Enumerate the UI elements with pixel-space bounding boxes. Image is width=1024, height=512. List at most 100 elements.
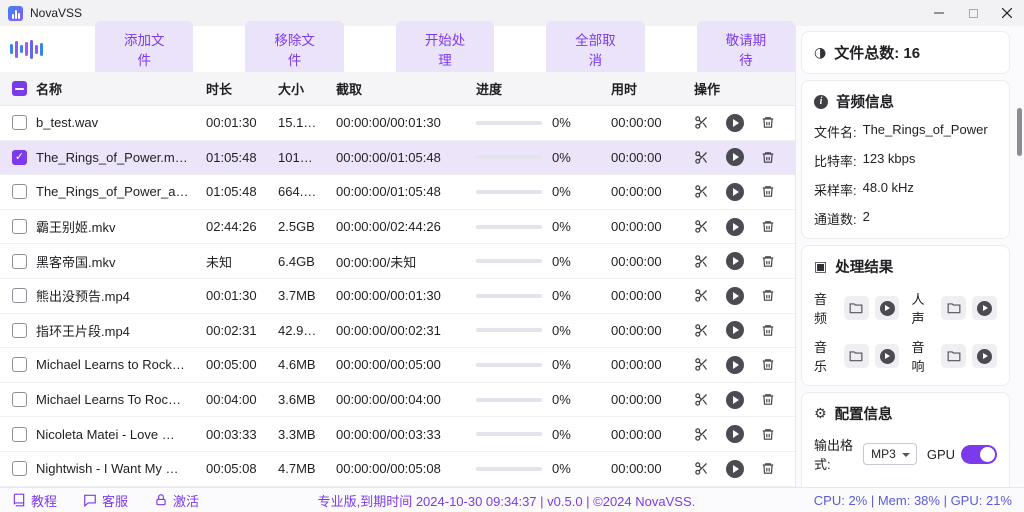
delete-icon[interactable] — [761, 427, 775, 442]
delete-icon[interactable] — [761, 392, 775, 407]
row-checkbox[interactable] — [12, 150, 27, 165]
table-row[interactable]: 指环王片段.mp4 00:02:31 42.9… 00:00:00/00:02:… — [0, 314, 795, 349]
play-button[interactable] — [726, 356, 744, 374]
file-crop-range: 00:00:00/00:05:08 — [336, 461, 476, 476]
delete-icon[interactable] — [761, 254, 775, 269]
row-checkbox[interactable] — [12, 357, 27, 372]
cut-icon[interactable] — [694, 357, 709, 372]
play-result-button[interactable] — [972, 296, 997, 320]
row-checkbox[interactable] — [12, 288, 27, 303]
elapsed-time: 00:00:00 — [611, 392, 686, 407]
table-row[interactable]: The_Rings_of_Power_a… 01:05:48 664.… 00:… — [0, 175, 795, 210]
table-row[interactable]: Michael Learns to Rock… 00:05:00 4.6MB 0… — [0, 348, 795, 383]
minimize-icon[interactable] — [922, 0, 956, 26]
play-button[interactable] — [726, 148, 744, 166]
table-row[interactable]: 霸王别姬.mkv 02:44:26 2.5GB 00:00:00/02:44:2… — [0, 210, 795, 245]
file-duration: 未知 — [206, 252, 278, 271]
start-processing-button[interactable]: 开始处理 — [396, 21, 494, 77]
delete-icon[interactable] — [761, 184, 775, 199]
cancel-all-button[interactable]: 全部取消 — [546, 21, 644, 77]
progress-percent: 0% — [552, 288, 571, 303]
table-row[interactable]: 黑客帝国.mkv 未知 6.4GB 00:00:00/未知 0% 00:00:0… — [0, 244, 795, 279]
delete-icon[interactable] — [761, 150, 775, 165]
delete-icon[interactable] — [761, 288, 775, 303]
cut-icon[interactable] — [694, 323, 709, 338]
play-button[interactable] — [726, 391, 744, 409]
play-button[interactable] — [726, 321, 744, 339]
delete-icon[interactable] — [761, 323, 775, 338]
row-checkbox[interactable] — [12, 323, 27, 338]
tutorial-link[interactable]: 教程 — [12, 491, 57, 510]
play-icon — [880, 349, 895, 364]
select-all-checkbox[interactable] — [12, 81, 27, 96]
table-row[interactable]: Nicoleta Matei - Love … 00:03:33 3.3MB 0… — [0, 417, 795, 452]
play-button[interactable] — [726, 114, 744, 132]
elapsed-time: 00:00:00 — [611, 115, 686, 130]
delete-icon[interactable] — [761, 461, 775, 476]
play-button[interactable] — [726, 252, 744, 270]
open-folder-button[interactable] — [941, 344, 966, 368]
open-folder-button[interactable] — [844, 344, 869, 368]
row-checkbox[interactable] — [12, 184, 27, 199]
gpu-label: GPU — [927, 447, 955, 462]
main-area: 添加文件 移除文件 开始处理 全部取消 敬请期待 名称 时长 大小 截取 进度 … — [0, 26, 1024, 487]
row-checkbox[interactable] — [12, 461, 27, 476]
delete-icon[interactable] — [761, 115, 775, 130]
play-result-button[interactable] — [875, 344, 900, 368]
cut-icon[interactable] — [694, 288, 709, 303]
results-title: 处理结果 — [835, 256, 893, 277]
maximize-icon[interactable] — [956, 0, 990, 26]
open-folder-button[interactable] — [941, 296, 966, 320]
activate-link[interactable]: 激活 — [154, 491, 199, 510]
cut-icon[interactable] — [694, 115, 709, 130]
table-row[interactable]: Nightwish - I Want My … 00:05:08 4.7MB 0… — [0, 452, 795, 487]
table-row[interactable]: The_Rings_of_Power.m… 01:05:48 101… 00:0… — [0, 141, 795, 176]
cut-icon[interactable] — [694, 219, 709, 234]
header-name: 名称 — [36, 79, 206, 98]
elapsed-time: 00:00:00 — [611, 323, 686, 338]
table-row[interactable]: Michael Learns To Roc… 00:04:00 3.6MB 00… — [0, 383, 795, 418]
samplerate-label: 采样率: — [814, 180, 857, 199]
scrollbar-track[interactable] — [1015, 26, 1024, 487]
cut-icon[interactable] — [694, 461, 709, 476]
cut-icon[interactable] — [694, 392, 709, 407]
close-icon[interactable] — [990, 0, 1024, 26]
coming-soon-button[interactable]: 敬请期待 — [697, 21, 795, 77]
bitrate-value: 123 kbps — [863, 151, 916, 170]
open-folder-button[interactable] — [844, 296, 869, 320]
file-duration: 00:04:00 — [206, 392, 278, 407]
play-button[interactable] — [726, 287, 744, 305]
file-size: 3.7MB — [278, 288, 336, 303]
table-row[interactable]: b_test.wav 00:01:30 15.1… 00:00:00/00:01… — [0, 106, 795, 141]
play-button[interactable] — [726, 425, 744, 443]
cut-icon[interactable] — [694, 184, 709, 199]
total-files-label: 文件总数: 16 — [834, 42, 920, 63]
gpu-toggle[interactable] — [961, 445, 997, 464]
delete-icon[interactable] — [761, 219, 775, 234]
file-size: 42.9… — [278, 323, 336, 338]
output-format-select[interactable]: MP3 — [863, 443, 917, 465]
row-checkbox[interactable] — [12, 427, 27, 442]
support-link[interactable]: 客服 — [83, 491, 128, 510]
add-files-button[interactable]: 添加文件 — [95, 21, 193, 77]
row-checkbox[interactable] — [12, 254, 27, 269]
play-button[interactable] — [726, 183, 744, 201]
cut-icon[interactable] — [694, 427, 709, 442]
play-button[interactable] — [726, 460, 744, 478]
delete-icon[interactable] — [761, 357, 775, 372]
table-row[interactable]: 熊出没预告.mp4 00:01:30 3.7MB 00:00:00/00:01:… — [0, 279, 795, 314]
table-header: 名称 时长 大小 截取 进度 用时 操作 — [0, 72, 795, 106]
scrollbar-thumb[interactable] — [1017, 108, 1022, 156]
row-checkbox[interactable] — [12, 115, 27, 130]
play-result-button[interactable] — [972, 344, 997, 368]
progress-bar — [476, 121, 542, 125]
play-button[interactable] — [726, 218, 744, 236]
cut-icon[interactable] — [694, 150, 709, 165]
progress-bar — [476, 155, 542, 159]
play-result-button[interactable] — [875, 296, 900, 320]
row-checkbox[interactable] — [12, 392, 27, 407]
remove-files-button[interactable]: 移除文件 — [245, 21, 343, 77]
row-checkbox[interactable] — [12, 219, 27, 234]
folder-icon — [947, 302, 961, 314]
cut-icon[interactable] — [694, 254, 709, 269]
